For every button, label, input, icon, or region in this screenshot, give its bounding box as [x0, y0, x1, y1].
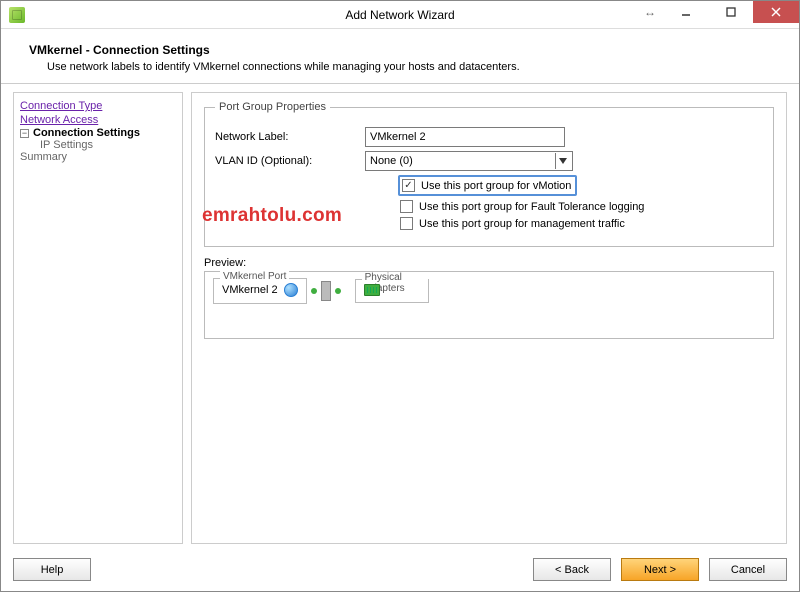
ft-row: Use this port group for Fault Tolerance …	[400, 200, 763, 213]
vmotion-label: Use this port group for vMotion	[421, 180, 571, 192]
back-button[interactable]: < Back	[533, 558, 611, 581]
chevron-down-icon	[555, 153, 570, 169]
main-panel: Port Group Properties Network Label: VLA…	[191, 92, 787, 544]
vmotion-highlight: Use this port group for vMotion	[398, 175, 577, 196]
next-button[interactable]: Next >	[621, 558, 699, 581]
step-connection-type[interactable]: Connection Type	[20, 99, 176, 113]
watermark-text: emrahtolu.com	[202, 205, 342, 227]
wizard-footer: Help < Back Next > Cancel	[13, 558, 787, 581]
page-title: VMkernel - Connection Settings	[29, 43, 771, 57]
port-group-legend: Port Group Properties	[215, 101, 330, 113]
preview-label: Preview:	[204, 257, 774, 269]
window-controls: ↔	[637, 1, 799, 23]
network-label-label: Network Label:	[215, 131, 365, 143]
page-subtitle: Use network labels to identify VMkernel …	[47, 61, 771, 73]
vlan-label: VLAN ID (Optional):	[215, 155, 365, 167]
mgmt-checkbox[interactable]	[400, 217, 413, 230]
ft-label: Use this port group for Fault Tolerance …	[419, 201, 644, 213]
vlan-select[interactable]: None (0)	[365, 151, 573, 171]
vsphere-icon	[9, 7, 25, 23]
mgmt-label: Use this port group for management traff…	[419, 218, 625, 230]
move-window-icon[interactable]: ↔	[637, 1, 663, 23]
globe-icon	[284, 283, 298, 297]
step-network-access[interactable]: Network Access	[20, 113, 176, 127]
vmk-legend: VMkernel Port	[220, 271, 289, 282]
vmotion-checkbox[interactable]	[402, 179, 415, 192]
wizard-steps-sidebar: Connection Type Network Access − Connect…	[13, 92, 183, 544]
wizard-body: Connection Type Network Access − Connect…	[1, 84, 799, 552]
vlan-selected-value: None (0)	[370, 155, 413, 167]
step-summary: Summary	[20, 151, 176, 163]
wizard-window: Add Network Wizard ↔ VMkernel - Connecti…	[0, 0, 800, 592]
ft-checkbox[interactable]	[400, 200, 413, 213]
topology: VMkernel Port VMkernel 2 Physical Adapte…	[213, 278, 765, 304]
vmkernel-port-group: VMkernel Port VMkernel 2	[213, 278, 307, 304]
step-connection-settings-row: − Connection Settings	[20, 127, 176, 139]
nic-icon	[364, 284, 380, 296]
network-label-input[interactable]	[365, 127, 565, 147]
preview-box: VMkernel Port VMkernel 2 Physical Adapte…	[204, 271, 774, 339]
maximize-button[interactable]	[708, 1, 753, 23]
window-title: Add Network Wizard	[345, 8, 454, 22]
vlan-row: VLAN ID (Optional): None (0)	[215, 151, 763, 171]
titlebar: Add Network Wizard ↔	[1, 1, 799, 29]
connector-dot-icon	[311, 288, 317, 294]
cancel-button[interactable]: Cancel	[709, 558, 787, 581]
minimize-button[interactable]	[663, 1, 708, 23]
wizard-header: VMkernel - Connection Settings Use netwo…	[1, 29, 799, 84]
step-connection-settings: Connection Settings	[33, 127, 140, 139]
vmk-name: VMkernel 2	[222, 284, 278, 296]
help-button[interactable]: Help	[13, 558, 91, 581]
network-label-row: Network Label:	[215, 127, 763, 147]
mgmt-row: Use this port group for management traff…	[400, 217, 763, 230]
connector-dot-icon	[335, 288, 341, 294]
vswitch-icon	[321, 281, 331, 301]
step-ip-settings: IP Settings	[40, 139, 93, 151]
collapse-icon[interactable]: −	[20, 129, 29, 138]
physical-adapters-group: Physical Adapters vmnic1	[355, 279, 430, 303]
close-button[interactable]	[753, 1, 799, 23]
